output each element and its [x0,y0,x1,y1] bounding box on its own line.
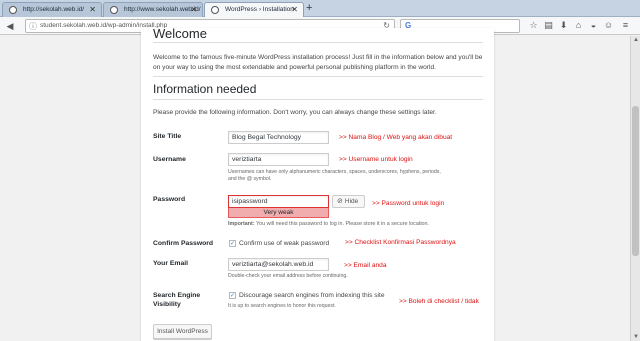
close-icon[interactable]: ✕ [89,3,96,16]
search-visibility-label-2: Visibility [153,301,181,308]
annotation-password: >> Password untuk login [372,200,445,207]
home-icon[interactable]: ⌂ [573,20,584,31]
confirm-weak-password-checkbox[interactable]: ✓ [229,240,236,247]
reader-icon[interactable]: ▤ [543,20,554,31]
search-visibility-description: It is up to search engines to honor this… [228,303,336,309]
tab-label: http://sekolah.web.id/ [23,6,85,13]
annotation-search: >> Boleh di checklist / tidak [399,298,479,305]
eye-slash-icon: ⊘ [337,198,343,205]
tab-label: WordPress › Installation [225,6,294,13]
download-icon[interactable]: ⬇ [558,20,569,31]
close-icon[interactable]: ✕ [291,3,298,16]
password-important-note: Important: You will need this password t… [228,221,468,228]
tab-sekolah[interactable]: http://sekolah.web.id/ ✕ [2,2,102,17]
username-label: Username [153,156,186,163]
pocket-icon[interactable]: ◒ [588,20,599,31]
confirm-password-label: Confirm Password [153,240,214,247]
site-title-label: Site Title [153,133,182,140]
vertical-scrollbar[interactable]: ▲ ▼ [630,36,640,341]
close-icon[interactable]: ✕ [190,3,197,16]
scroll-down-icon[interactable]: ▼ [631,333,640,341]
back-arrow-icon[interactable]: ◀ [4,20,16,32]
site-title-input[interactable]: Blog Begal Technology [228,131,329,144]
hide-button-label: Hide [344,198,359,205]
hide-password-button[interactable]: ⊘ Hide [332,195,365,208]
tab-label: http://www.sekolah.web.id/ [124,6,201,13]
tab-www-sekolah[interactable]: http://www.sekolah.web.id/ ✕ [103,2,203,17]
password-label: Password [153,196,186,203]
annotation-confirm: >> Checklist Konfirmasi Passwordnya [345,239,456,246]
install-form-card: Welcome Welcome to the famous five-minut… [141,26,494,341]
discourage-search-checkbox[interactable]: ✓ [229,292,236,299]
star-icon[interactable]: ☆ [528,20,539,31]
email-label: Your Email [153,260,188,267]
search-visibility-label-1: Search Engine [153,292,201,299]
info-icon: ⓘ [29,22,37,31]
important-text: You will need this password to log in. P… [254,221,430,227]
important-label: Important: [228,221,255,227]
browser-tab-bar: http://sekolah.web.id/ ✕ http://www.seko… [0,0,640,18]
information-needed-title: Information needed [153,82,257,96]
tab-wordpress-installation[interactable]: WordPress › Installation ✕ [204,2,304,18]
divider [153,76,483,77]
divider [153,42,483,43]
menu-icon[interactable]: ≡ [620,20,631,31]
wordpress-icon [211,6,219,14]
password-input[interactable]: isipassword [228,195,329,208]
annotation-site-title: >> Nama Blog / Web yang akan dibuat [339,134,453,141]
new-tab-button[interactable]: + [306,1,312,15]
globe-icon [110,6,118,14]
username-description: Usernames can have only alphanumeric cha… [228,169,441,182]
discourage-search-text: Discourage search engines from indexing … [239,292,385,299]
email-input[interactable]: veriztiarta@sekolah.web.id [228,258,329,271]
annotation-email: >> Email anda [344,262,387,269]
intro-text: Welcome to the famous five-minute WordPr… [153,54,483,71]
globe-icon [9,6,17,14]
email-description: Double-check your email address before c… [228,273,348,279]
password-strength-meter: Very weak [228,208,329,218]
divider [153,99,483,100]
welcome-title: Welcome [153,26,207,41]
information-subtitle: Please provide the following information… [153,109,437,116]
emoji-icon[interactable]: ☺ [603,20,614,31]
scrollbar-thumb[interactable] [632,106,639,256]
scroll-up-icon[interactable]: ▲ [631,36,640,44]
annotation-username: >> Username untuk login [339,156,413,163]
username-input[interactable]: veriztiarta [228,153,329,166]
confirm-weak-password-text: Confirm use of weak password [239,240,330,247]
install-wordpress-button[interactable]: Install WordPress [153,324,212,339]
